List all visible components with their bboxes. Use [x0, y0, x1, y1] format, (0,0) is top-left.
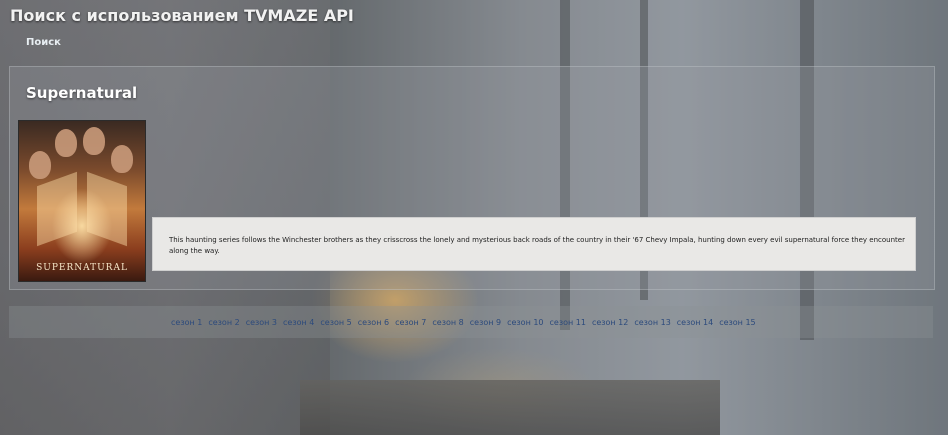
season-link-13[interactable]: сезон 13 — [634, 318, 670, 327]
show-summary: This haunting series follows the Winches… — [152, 217, 916, 271]
show-poster: SUPERNATURAL — [18, 120, 146, 282]
nav-search-link[interactable]: Поиск — [26, 37, 61, 48]
season-link-6[interactable]: сезон 6 — [358, 318, 389, 327]
app-title: Поиск с использованием TVMAZE API — [10, 6, 354, 25]
season-link-9[interactable]: сезон 9 — [470, 318, 501, 327]
show-title: Supernatural — [26, 84, 138, 102]
season-link-15[interactable]: сезон 15 — [719, 318, 755, 327]
poster-logo-text: SUPERNATURAL — [36, 263, 128, 273]
season-link-1[interactable]: сезон 1 — [171, 318, 202, 327]
season-link-5[interactable]: сезон 5 — [320, 318, 351, 327]
season-link-8[interactable]: сезон 8 — [432, 318, 463, 327]
season-link-7[interactable]: сезон 7 — [395, 318, 426, 327]
season-link-11[interactable]: сезон 11 — [550, 318, 586, 327]
season-link-10[interactable]: сезон 10 — [507, 318, 543, 327]
seasons-list: сезон 1 сезон 2 сезон 3 сезон 4 сезон 5 сезон… — [171, 318, 762, 327]
season-link-2[interactable]: сезон 2 — [208, 318, 239, 327]
season-link-12[interactable]: сезон 12 — [592, 318, 628, 327]
season-link-14[interactable]: сезон 14 — [677, 318, 713, 327]
season-link-4[interactable]: сезон 4 — [283, 318, 314, 327]
season-link-3[interactable]: сезон 3 — [246, 318, 277, 327]
